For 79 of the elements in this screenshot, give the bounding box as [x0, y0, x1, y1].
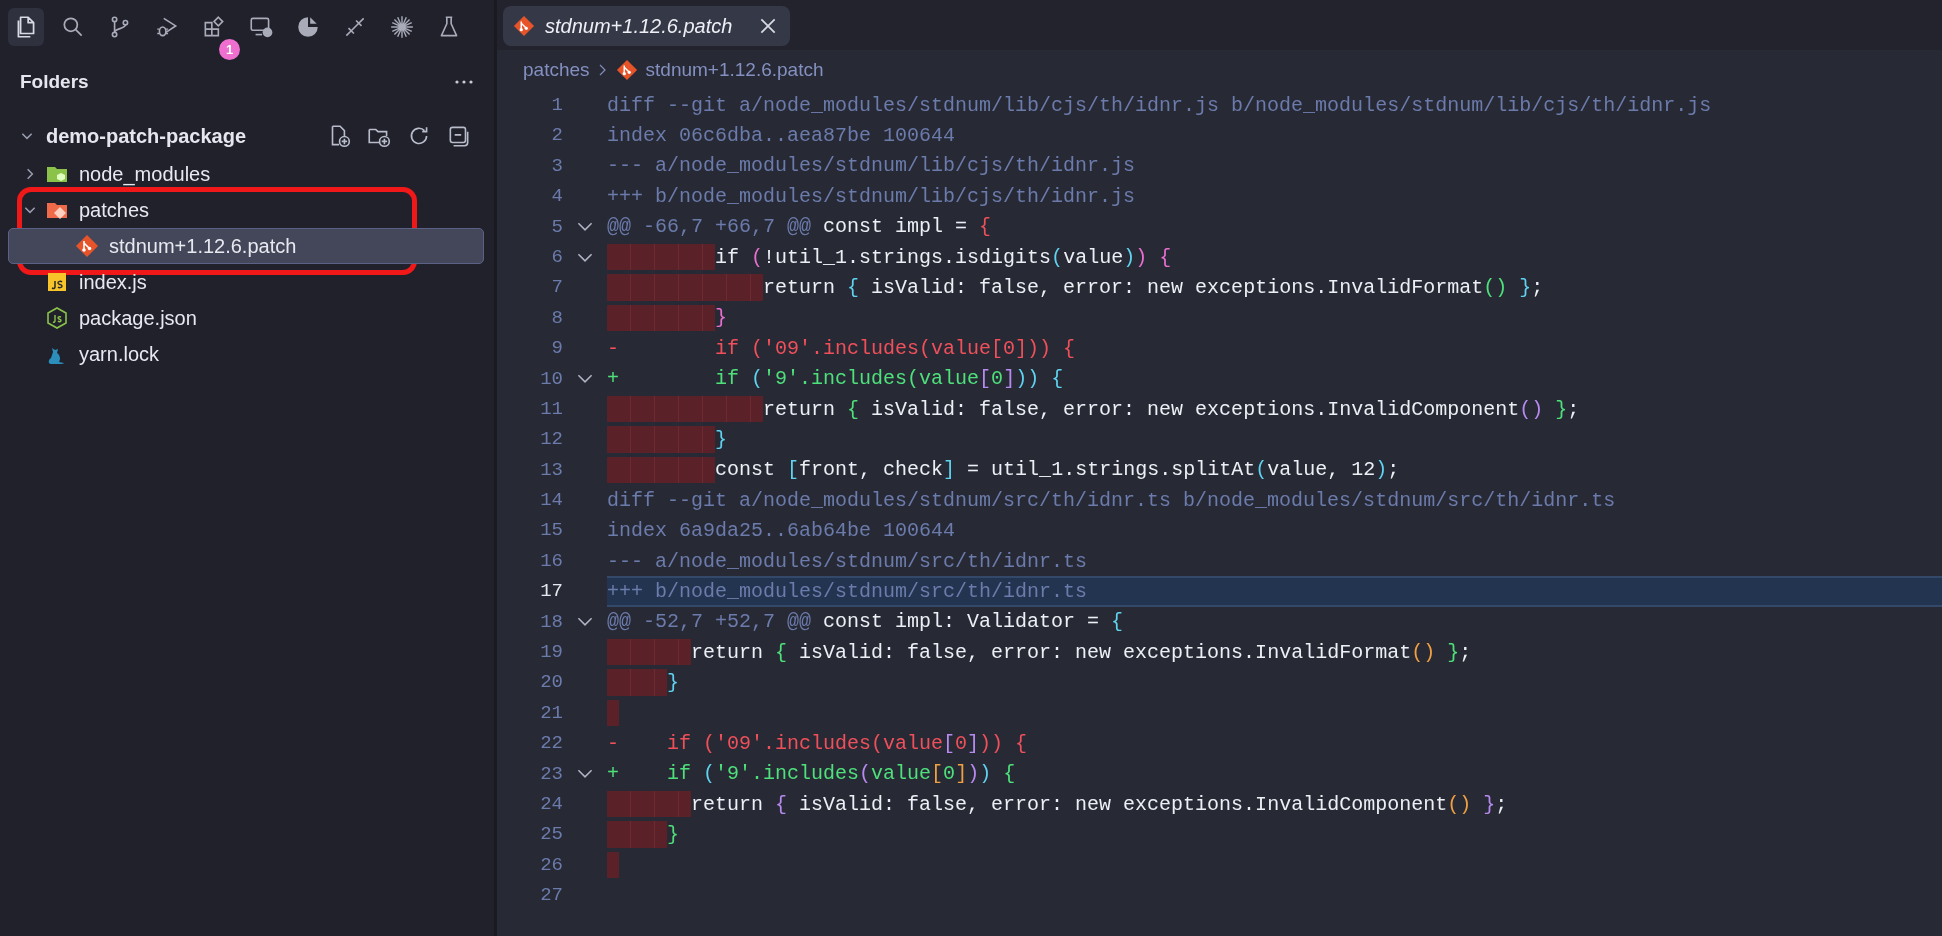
folder-name[interactable]: patches [79, 198, 150, 222]
line-number: 26 [539, 852, 563, 878]
line-number: 4 [550, 184, 563, 210]
code-line: index 06c6dba..aea87be 100644 [607, 124, 956, 148]
fold-chevron-icon[interactable] [577, 616, 593, 628]
line-number: 2 [550, 123, 563, 149]
line-number: 14 [539, 488, 563, 514]
selected-tree-row[interactable]: stdnum+1.12.6.patch [8, 228, 484, 264]
code-line: return { isValid: false, error: new exceptions.InvalidFormat() }; [763, 276, 1544, 300]
line-number: 19 [539, 640, 563, 666]
code-line: } [715, 428, 728, 451]
code-line: diff --git a/node_modules/stdnum/lib/cjs/th/idnr.js b/node_modules/stdnum/lib/cjs/th/idnr.js [607, 93, 1712, 117]
code-line: @@ -66,7 +66,7 @@ const impl = { [607, 215, 992, 239]
code-line: } [667, 671, 680, 695]
fold-chevron-icon[interactable] [577, 251, 593, 263]
code-line: } [715, 306, 728, 330]
line-number: 8 [550, 305, 563, 331]
line-number: 16 [539, 548, 563, 574]
fold-chevron-icon[interactable] [577, 768, 593, 780]
line-number: 6 [550, 244, 563, 270]
code-line: if (!util_1.strings.isdigits(value)) { [715, 245, 1172, 269]
line-number: 21 [539, 700, 563, 726]
tab-label: stdnum+1.12.6.patch [545, 14, 733, 38]
fold-chevron-icon[interactable] [577, 221, 593, 233]
code-line: diff --git a/node_modules/stdnum/src/th/idnr.ts b/node_modules/stdnum/src/th/idnr.ts [607, 488, 1616, 512]
line-number: 7 [550, 275, 563, 301]
file-name[interactable]: stdnum+1.12.6.patch [109, 234, 297, 258]
code-line: const [front, check] = util_1.strings.splitAt(value, 12); [715, 458, 1400, 482]
project-name[interactable]: demo-patch-package [46, 124, 326, 148]
close-icon[interactable] [760, 18, 777, 34]
line-number: 20 [539, 670, 563, 696]
line-number: 13 [539, 457, 563, 483]
code-line: index 6a9da25..6ab64be 100644 [607, 519, 956, 543]
line-number: 9 [550, 336, 563, 362]
breadcrumb-file[interactable]: stdnum+1.12.6.patch [645, 59, 824, 81]
line-number: 5 [550, 214, 563, 240]
code-line: --- a/node_modules/stdnum/lib/cjs/th/idnr.js [607, 154, 1136, 178]
code-line: return { isValid: false, error: new exceptions.InvalidFormat() }; [691, 640, 1472, 664]
code-line: +++ b/node_modules/stdnum/lib/cjs/th/idnr.js [607, 184, 1136, 208]
line-number: 22 [539, 731, 563, 757]
files-icon[interactable] [8, 8, 44, 46]
line-number: 1 [550, 93, 563, 118]
line-number: 10 [539, 366, 563, 392]
code-line: - if ('09'.includes(value[0])) { [607, 731, 1028, 755]
file-name[interactable]: package.json [79, 306, 197, 330]
editor-tab[interactable]: stdnum+1.12.6.patch [503, 6, 791, 46]
line-number: 12 [539, 427, 563, 453]
js-file-icon [45, 270, 69, 294]
line-number: 24 [539, 792, 563, 817]
git-file-icon [513, 15, 535, 37]
hexagon-file-icon [45, 306, 69, 330]
folder-name[interactable]: node_modules [79, 162, 211, 186]
breadcrumb-folder[interactable]: patches [523, 59, 590, 81]
line-number: 27 [539, 883, 563, 909]
more-icon[interactable] [454, 79, 474, 85]
chevron-icon [597, 63, 608, 77]
code-line: return { isValid: false, error: new exceptions.InvalidComponent() }; [691, 792, 1508, 816]
line-number: 11 [539, 396, 563, 422]
file-name[interactable]: yarn.lock [79, 342, 160, 366]
line-number: 15 [539, 518, 563, 544]
git-file-icon [75, 234, 99, 258]
code-line: } [667, 823, 680, 847]
line-number: 17 [539, 579, 563, 605]
code-line: return { isValid: false, error: new exceptions.InvalidComponent() }; [763, 397, 1580, 421]
code-line: @@ -52,7 +52,7 @@ const impl: Validator = { [607, 610, 1124, 634]
code-line: +++ b/node_modules/stdnum/src/th/idnr.ts [607, 579, 1088, 603]
sidebar-title: Folders [20, 71, 89, 93]
code-line: + if ('9'.includes(value[0])) { [607, 367, 1064, 391]
line-number: 18 [539, 609, 563, 635]
code-line: + if ('9'.includes(value[0])) { [607, 762, 1016, 786]
git-file-icon [615, 59, 638, 81]
count-badge: 1 [219, 39, 240, 60]
code-line: --- a/node_modules/stdnum/src/th/idnr.ts [607, 549, 1088, 573]
line-number: 25 [539, 822, 563, 848]
code-line: - if ('09'.includes(value[0])) { [607, 336, 1076, 360]
fold-chevron-icon[interactable] [577, 373, 593, 385]
line-number: 23 [539, 761, 563, 787]
file-name[interactable]: index.js [79, 270, 147, 294]
line-number: 3 [550, 153, 563, 179]
